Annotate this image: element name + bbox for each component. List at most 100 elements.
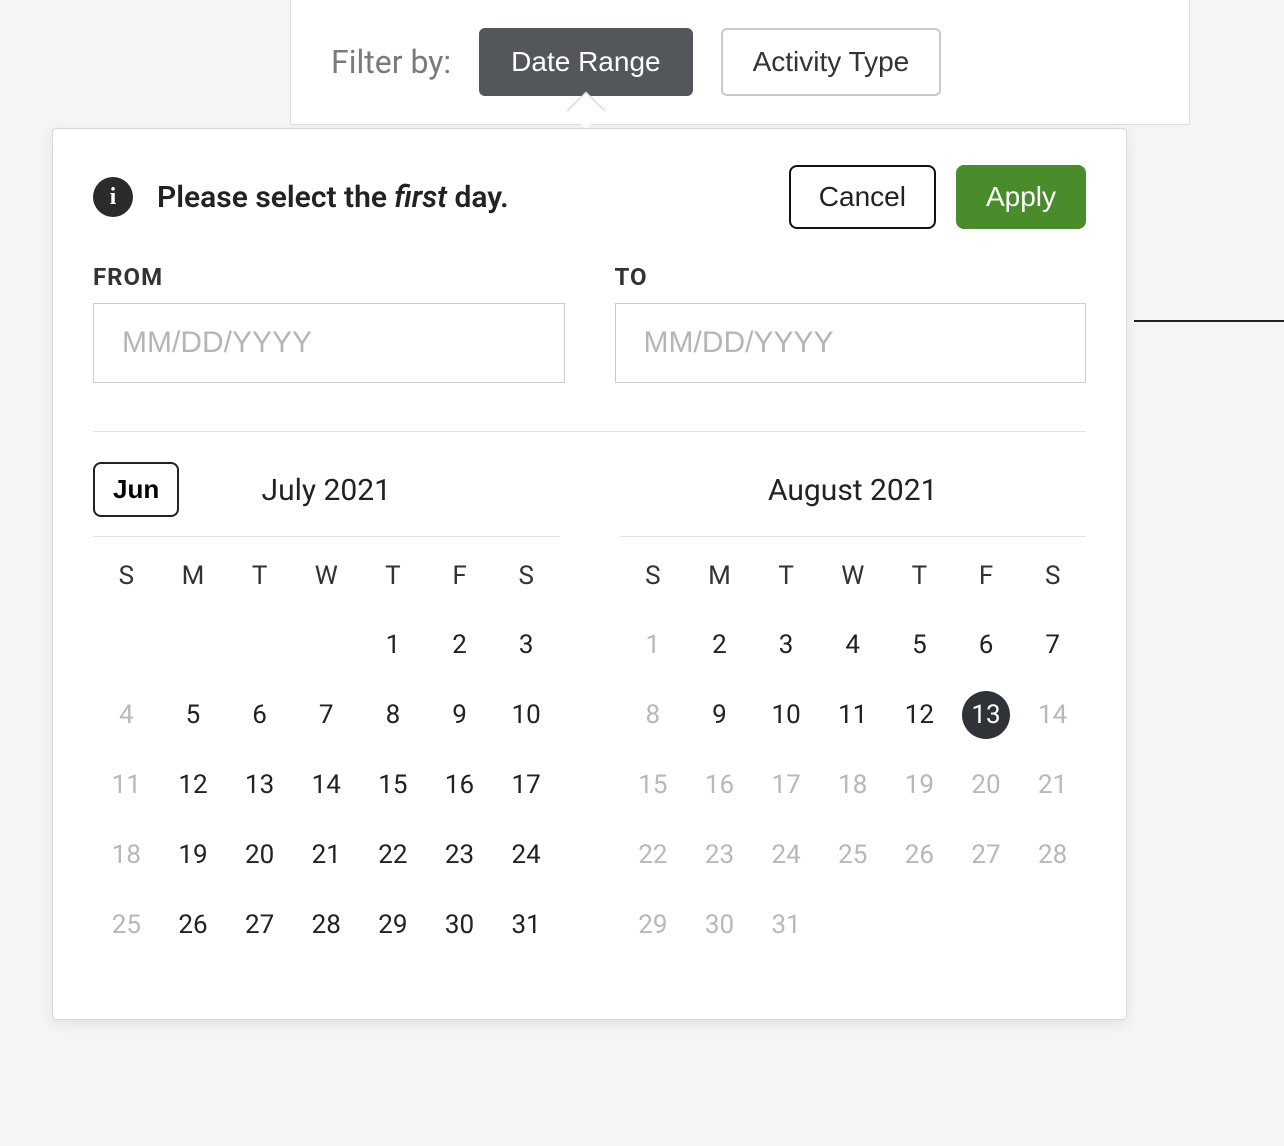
weekday-label: W (293, 561, 360, 591)
calendar-day[interactable]: 10 (493, 689, 560, 741)
calendar-day[interactable]: 28 (293, 899, 360, 951)
calendar-day[interactable]: 8 (620, 689, 687, 741)
background-line (1134, 320, 1284, 322)
calendar-day[interactable]: 22 (620, 829, 687, 881)
calendar-day[interactable]: 11 (819, 689, 886, 741)
calendar-day[interactable]: 2 (686, 619, 753, 671)
calendar-day[interactable]: 17 (753, 759, 820, 811)
filter-by-label: Filter by: (331, 43, 451, 81)
date-inputs: FROM TO (93, 263, 1086, 383)
to-label: TO (615, 263, 1087, 291)
calendar-day[interactable]: 18 (819, 759, 886, 811)
calendar-left-divider (93, 536, 560, 537)
calendar-day[interactable]: 3 (493, 619, 560, 671)
to-input[interactable] (615, 303, 1087, 383)
weekday-row-right: SMTWTFS (620, 561, 1087, 591)
cancel-button[interactable]: Cancel (789, 165, 936, 229)
calendar-day[interactable]: 29 (360, 899, 427, 951)
calendar-day[interactable]: 14 (293, 759, 360, 811)
calendar-day[interactable]: 29 (620, 899, 687, 951)
calendar-day[interactable]: 30 (426, 899, 493, 951)
week-row: 15161718192021 (620, 759, 1087, 811)
calendar-day[interactable]: 20 (226, 829, 293, 881)
calendar-day-empty (1019, 899, 1086, 951)
divider (93, 431, 1086, 432)
calendar-day[interactable]: 19 (886, 759, 953, 811)
weekday-label: T (226, 561, 293, 591)
calendar-day[interactable]: 14 (1019, 689, 1086, 741)
calendar-day[interactable]: 5 (886, 619, 953, 671)
calendar-day[interactable]: 10 (753, 689, 820, 741)
calendar-day[interactable]: 9 (426, 689, 493, 741)
filter-activity-type-button[interactable]: Activity Type (721, 28, 942, 96)
calendar-day[interactable]: 25 (93, 899, 160, 951)
calendar-day[interactable]: 31 (493, 899, 560, 951)
calendar-day[interactable]: 19 (160, 829, 227, 881)
calendar-left-title: July 2021 (262, 473, 391, 508)
calendar-day[interactable]: 4 (93, 689, 160, 741)
calendar-day[interactable]: 3 (753, 619, 820, 671)
weekday-label: M (160, 561, 227, 591)
calendar-day-empty (886, 899, 953, 951)
calendar-day[interactable]: 6 (226, 689, 293, 741)
calendar-day[interactable]: 24 (493, 829, 560, 881)
calendar-day[interactable]: 11 (93, 759, 160, 811)
calendar-day[interactable]: 18 (93, 829, 160, 881)
calendar-day[interactable]: 6 (953, 619, 1020, 671)
calendar-day[interactable]: 28 (1019, 829, 1086, 881)
weeks-right: 1234567891011121314151617181920212223242… (620, 619, 1087, 951)
calendar-day[interactable]: 24 (753, 829, 820, 881)
week-row: 891011121314 (620, 689, 1087, 741)
calendar-day[interactable]: 7 (1019, 619, 1086, 671)
calendar-day[interactable]: 25 (819, 829, 886, 881)
week-row: 123 (93, 619, 560, 671)
filter-date-range-button[interactable]: Date Range (479, 28, 692, 96)
week-row: 25262728293031 (93, 899, 560, 951)
calendar-day[interactable]: 31 (753, 899, 820, 951)
calendar-day[interactable]: 26 (886, 829, 953, 881)
info-icon: i (93, 177, 133, 217)
calendar-day[interactable]: 16 (686, 759, 753, 811)
weekday-label: F (426, 561, 493, 591)
calendar-day-empty (226, 619, 293, 671)
calendar-day[interactable]: 20 (953, 759, 1020, 811)
calendar-day[interactable]: 21 (1019, 759, 1086, 811)
calendar-day[interactable]: 4 (819, 619, 886, 671)
calendar-day[interactable]: 5 (160, 689, 227, 741)
calendar-day[interactable]: 1 (360, 619, 427, 671)
calendar-day[interactable]: 8 (360, 689, 427, 741)
calendar-day[interactable]: 22 (360, 829, 427, 881)
weekday-label: S (1019, 561, 1086, 591)
weekday-label: W (819, 561, 886, 591)
calendar-day[interactable]: 30 (686, 899, 753, 951)
calendar-day[interactable]: 23 (426, 829, 493, 881)
week-row: 45678910 (93, 689, 560, 741)
prev-month-button[interactable]: Jun (93, 462, 179, 517)
calendar-day[interactable]: 15 (620, 759, 687, 811)
calendar-day[interactable]: 26 (160, 899, 227, 951)
weekday-label: S (493, 561, 560, 591)
calendar-day[interactable]: 27 (226, 899, 293, 951)
from-group: FROM (93, 263, 565, 383)
calendar-day[interactable]: 1 (620, 619, 687, 671)
calendar-day[interactable]: 12 (160, 759, 227, 811)
from-input[interactable] (93, 303, 565, 383)
calendar-day[interactable]: 16 (426, 759, 493, 811)
calendar-day[interactable]: 21 (293, 829, 360, 881)
calendar-day[interactable]: 23 (686, 829, 753, 881)
calendar-day[interactable]: 9 (686, 689, 753, 741)
week-row: 18192021222324 (93, 829, 560, 881)
weekday-label: F (953, 561, 1020, 591)
popover-actions: Cancel Apply (789, 165, 1086, 229)
calendar-day[interactable]: 7 (293, 689, 360, 741)
calendar-day[interactable]: 12 (886, 689, 953, 741)
calendar-day[interactable]: 27 (953, 829, 1020, 881)
calendar-day[interactable]: 2 (426, 619, 493, 671)
apply-button[interactable]: Apply (956, 165, 1086, 229)
calendar-day[interactable]: 13 (953, 689, 1020, 741)
weekday-label: T (886, 561, 953, 591)
calendar-day[interactable]: 13 (226, 759, 293, 811)
calendar-day[interactable]: 15 (360, 759, 427, 811)
prompt-text: Please select the first day. (157, 180, 509, 215)
calendar-day[interactable]: 17 (493, 759, 560, 811)
